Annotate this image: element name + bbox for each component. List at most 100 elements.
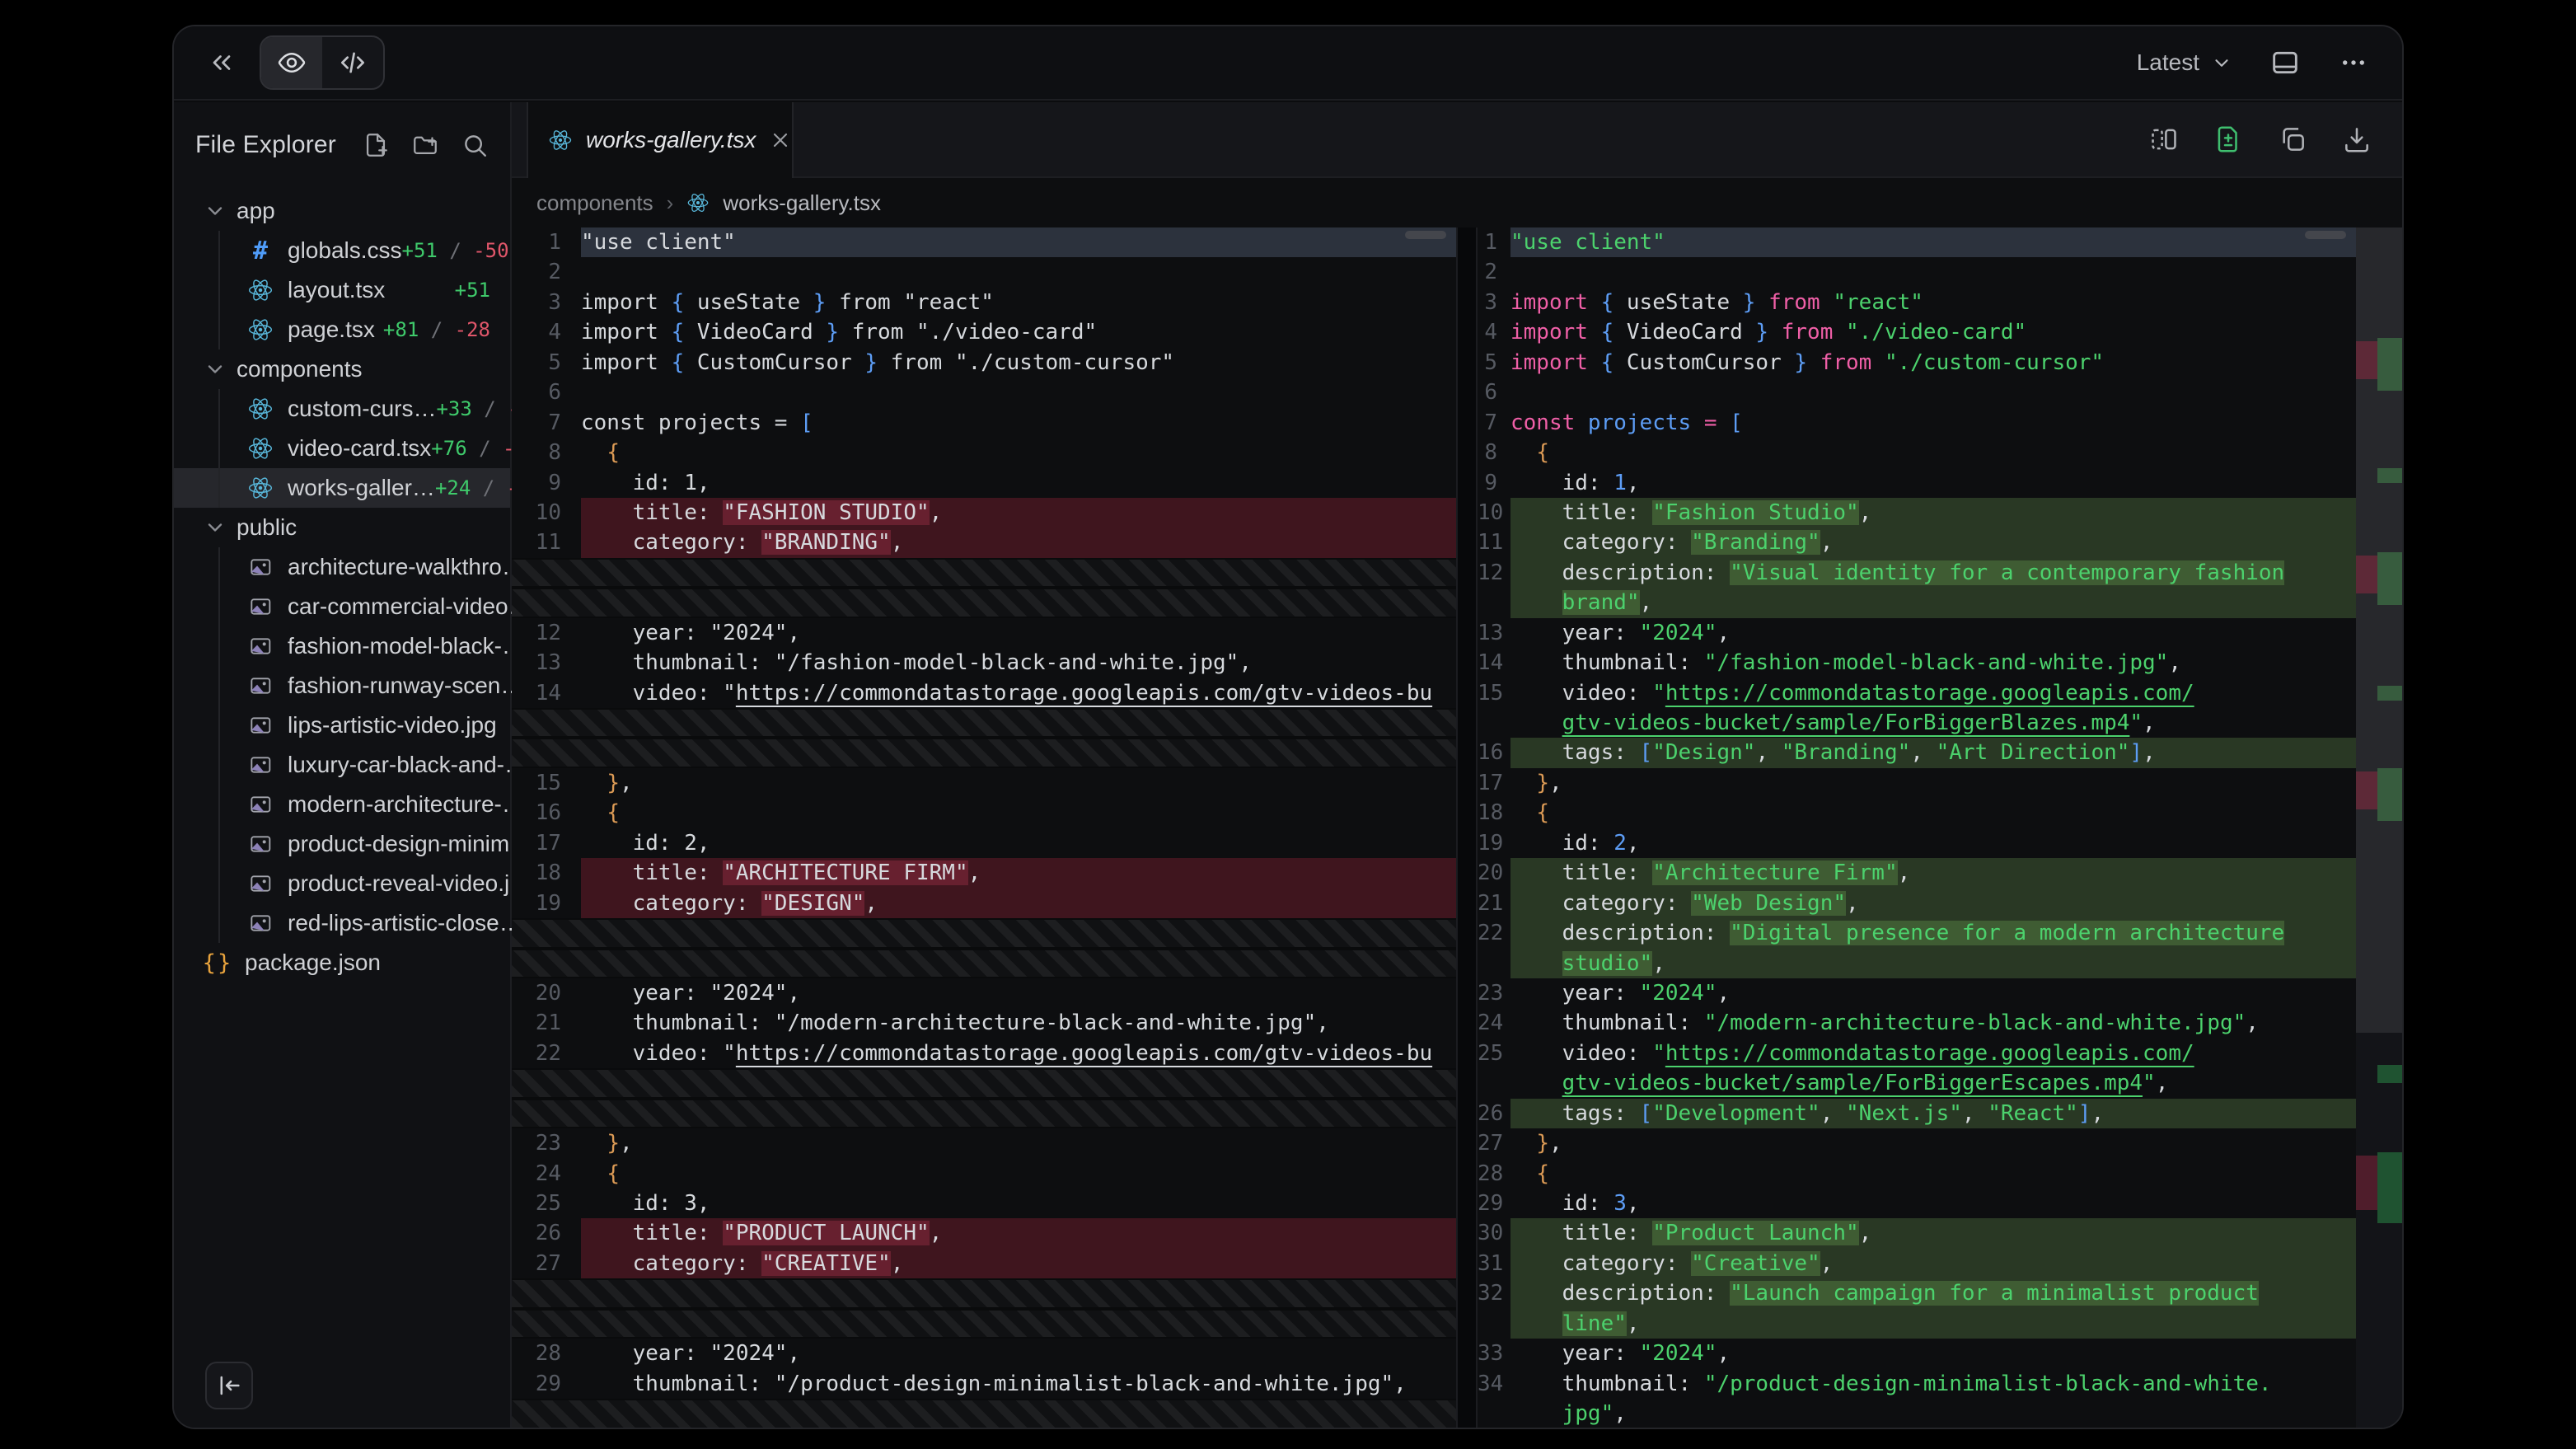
diff-overview-ruler[interactable] bbox=[2356, 227, 2402, 1428]
new-folder-button[interactable] bbox=[411, 131, 439, 159]
file-row-page.tsx[interactable]: page.tsx +81 / -28 bbox=[174, 310, 510, 349]
line-number: 9 bbox=[512, 468, 581, 498]
file-row-fashion-model-black-[interactable]: fashion-model-black-… bbox=[174, 626, 510, 666]
file-row-works-galler-[interactable]: works-galler…+24 / -13 bbox=[174, 468, 510, 508]
added-change-marker bbox=[2377, 338, 2402, 391]
version-dropdown[interactable]: Latest bbox=[2137, 49, 2232, 76]
added-change-marker bbox=[2377, 552, 2402, 605]
scrollbar-thumb[interactable] bbox=[2305, 231, 2346, 239]
line-number: 5 bbox=[512, 348, 581, 377]
code-line: 6 bbox=[1478, 377, 2356, 407]
file-label: red-lips-artistic-close… bbox=[288, 910, 522, 936]
code-toggle-button[interactable] bbox=[322, 37, 383, 88]
file-label: fashion-runway-scen… bbox=[288, 673, 523, 699]
editor-area: works-gallery.tsx bbox=[512, 102, 2402, 1428]
react-icon bbox=[246, 316, 274, 344]
code-line: 30 title: "Product Launch", bbox=[1478, 1218, 2356, 1248]
chevron-down-icon bbox=[204, 199, 227, 223]
line-number: 12 bbox=[512, 618, 581, 648]
image-file-icon bbox=[246, 672, 274, 700]
file-label: car-commercial-video… bbox=[288, 593, 532, 620]
folder-plus-icon bbox=[411, 131, 439, 159]
added-change-marker bbox=[2377, 686, 2402, 701]
file-label: layout.tsx bbox=[288, 277, 385, 303]
line-number: 23 bbox=[1478, 978, 1510, 1008]
diff-stats: +81 / -28 bbox=[383, 318, 510, 341]
more-options-button[interactable] bbox=[2338, 47, 2369, 78]
scrollbar-thumb[interactable] bbox=[1405, 231, 1446, 239]
line-number: 32 bbox=[1478, 1278, 1510, 1308]
code-line: 9 id: 1, bbox=[512, 468, 1456, 498]
folder-row-components[interactable]: components bbox=[174, 349, 510, 389]
code-line: 15 video: "https://commondatastorage.goo… bbox=[1478, 678, 2356, 708]
code-line: 3import { useState } from "react" bbox=[1478, 288, 2356, 317]
diff-pane-old[interactable]: 1"use client"23import { useState } from … bbox=[512, 227, 1456, 1428]
layout-panel-button[interactable] bbox=[2269, 46, 2302, 79]
search-files-button[interactable] bbox=[461, 131, 489, 159]
file-row-package.json[interactable]: {}package.json bbox=[174, 943, 510, 982]
breadcrumb-file[interactable]: works-gallery.tsx bbox=[723, 190, 881, 216]
file-row-layout.tsx[interactable]: layout.tsx+51 bbox=[174, 270, 510, 310]
tree-indent-guide bbox=[218, 666, 220, 706]
code-line: 12 description: "Visual identity for a c… bbox=[1478, 558, 2356, 588]
line-number: 4 bbox=[512, 317, 581, 347]
file-row-video-card.tsx[interactable]: video-card.tsx+76 / -27 bbox=[174, 429, 510, 468]
pane-divider[interactable] bbox=[1456, 227, 1478, 1428]
file-row-architecture-walkthro-[interactable]: architecture-walkthro… bbox=[174, 547, 510, 587]
diff-view-button[interactable] bbox=[2213, 124, 2244, 155]
file-row-fashion-runway-scen-[interactable]: fashion-runway-scen… bbox=[174, 666, 510, 706]
file-label: works-galler… bbox=[288, 475, 435, 501]
code-line: 13 year: "2024", bbox=[1478, 618, 2356, 648]
line-number: 22 bbox=[1478, 918, 1510, 948]
code-line: 8 { bbox=[1478, 438, 2356, 467]
file-row-red-lips-artistic-close-[interactable]: red-lips-artistic-close… bbox=[174, 903, 510, 943]
breadcrumb-folder[interactable]: components bbox=[536, 190, 653, 216]
folder-row-public[interactable]: public bbox=[174, 508, 510, 547]
collapse-sidebar-button[interactable] bbox=[205, 1362, 253, 1409]
code-line: 31 category: "Creative", bbox=[1478, 1249, 2356, 1278]
preview-toggle-button[interactable] bbox=[261, 37, 322, 88]
code-line: studio", bbox=[1478, 949, 2356, 978]
collapsed-region bbox=[512, 1309, 1456, 1339]
file-label: product-reveal-video.j… bbox=[288, 870, 532, 897]
code-line: 11 category: "Branding", bbox=[1478, 528, 2356, 557]
file-row-product-reveal-video.j-[interactable]: product-reveal-video.j… bbox=[174, 864, 510, 903]
double-chevron-left-icon bbox=[207, 48, 237, 77]
line-number: 33 bbox=[1478, 1339, 1510, 1368]
code-line: 12 year: "2024", bbox=[512, 618, 1456, 648]
code-line: 25 video: "https://commondatastorage.goo… bbox=[1478, 1039, 2356, 1068]
download-button[interactable] bbox=[2341, 124, 2372, 155]
code-line: 19 category: "DESIGN", bbox=[512, 889, 1456, 918]
file-row-modern-architecture-[interactable]: modern-architecture-… bbox=[174, 785, 510, 824]
close-tab-button[interactable] bbox=[769, 129, 792, 152]
new-file-button[interactable] bbox=[362, 131, 390, 159]
react-icon bbox=[246, 276, 274, 304]
file-row-product-design-minim-[interactable]: product-design-minim… bbox=[174, 824, 510, 864]
tree-indent-guide bbox=[218, 824, 220, 864]
line-number: 13 bbox=[1478, 618, 1510, 648]
file-row-lips-artistic-video.jpg[interactable]: lips-artistic-video.jpg bbox=[174, 706, 510, 745]
code-line: gtv-videos-bucket/sample/ForBiggerBlazes… bbox=[1478, 708, 2356, 738]
file-label: luxury-car-black-and-… bbox=[288, 752, 527, 778]
file-row-custom-curs-[interactable]: custom-curs…+33 / -12 bbox=[174, 389, 510, 429]
code-line: 7const projects = [ bbox=[512, 408, 1456, 438]
file-row-globals.css[interactable]: #globals.css+51 / -50 bbox=[174, 231, 510, 270]
split-view-button[interactable] bbox=[2148, 124, 2180, 155]
collapse-panel-button[interactable] bbox=[207, 48, 237, 77]
code-line: brand", bbox=[1478, 588, 2356, 617]
file-label: page.tsx bbox=[288, 317, 375, 343]
copy-file-button[interactable] bbox=[2277, 124, 2308, 155]
file-row-car-commercial-video-[interactable]: car-commercial-video… bbox=[174, 587, 510, 626]
code-line: 16 tags: ["Design", "Branding", "Art Dir… bbox=[1478, 738, 2356, 767]
code-line: 22 video: "https://commondatastorage.goo… bbox=[512, 1039, 1456, 1068]
deleted-change-marker bbox=[2356, 341, 2377, 379]
line-number bbox=[1478, 949, 1510, 978]
line-number bbox=[1478, 588, 1510, 617]
diff-pane-new[interactable]: 1"use client"23import { useState } from … bbox=[1478, 227, 2356, 1428]
file-row-luxury-car-black-and-[interactable]: luxury-car-black-and-… bbox=[174, 745, 510, 785]
code-line: 20 year: "2024", bbox=[512, 978, 1456, 1008]
line-number bbox=[1478, 1309, 1510, 1339]
folder-row-app[interactable]: app bbox=[174, 191, 510, 231]
react-icon bbox=[686, 191, 710, 214]
tab-works-gallery[interactable]: works-gallery.tsx bbox=[527, 102, 794, 178]
